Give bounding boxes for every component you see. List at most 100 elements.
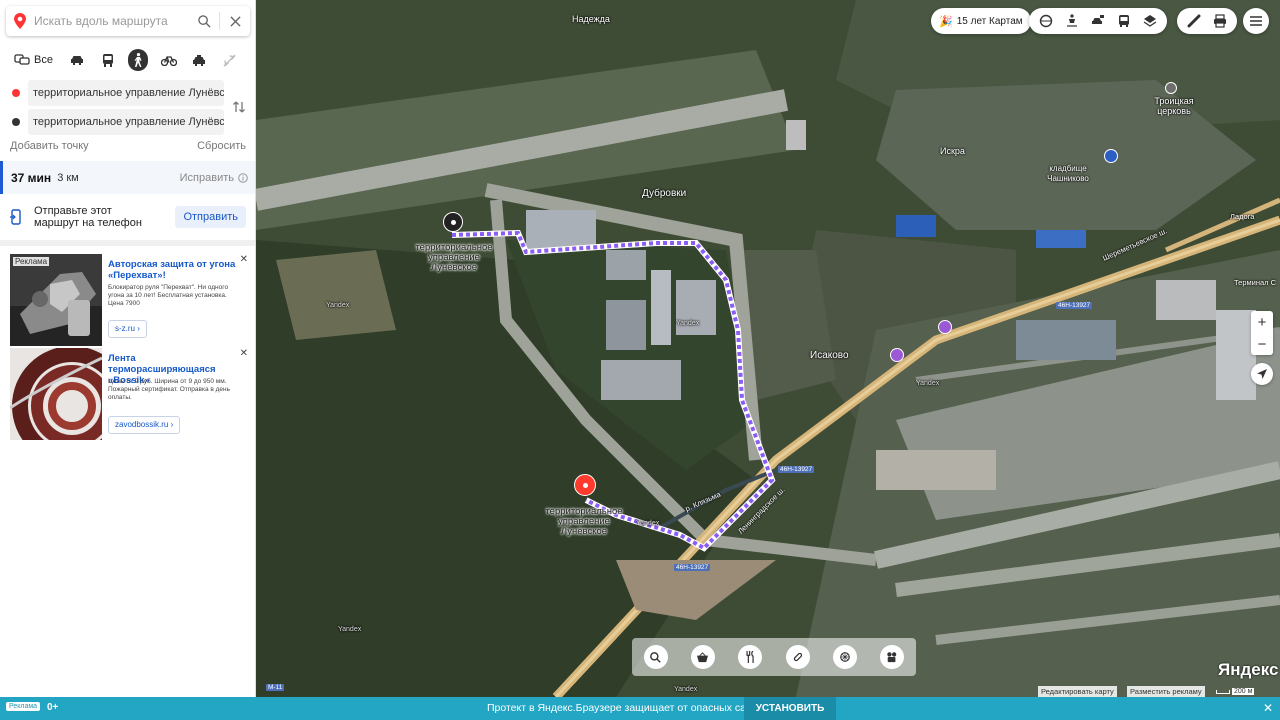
start-point-label: территориальное управление Лунёвское — [415, 242, 493, 273]
geolocation-button[interactable] — [1251, 363, 1273, 385]
mode-bike[interactable] — [158, 49, 179, 71]
route-sidebar: Все территориальное управление Лунёвское… — [0, 0, 256, 697]
plane-icon — [223, 53, 236, 67]
church-icon[interactable] — [1165, 82, 1177, 94]
mode-all[interactable]: Все — [10, 49, 57, 71]
route-overlay — [451, 229, 776, 552]
add-point-link[interactable]: Добавить точку — [10, 140, 89, 152]
reset-link[interactable]: Сбросить — [197, 140, 246, 152]
place-label: Искра — [940, 146, 965, 156]
mode-taxi[interactable] — [189, 49, 210, 71]
mode-transit[interactable] — [97, 49, 118, 71]
satellite-map[interactable]: территориальное управление Лунёвское тер… — [256, 0, 1280, 697]
ad-image[interactable]: Реклама — [10, 254, 102, 346]
ad-link[interactable]: s-z.ru › — [108, 320, 147, 338]
menu-button[interactable] — [1243, 8, 1269, 34]
zoom-out-button[interactable]: − — [1251, 333, 1273, 355]
category-toolbar — [632, 638, 916, 676]
fix-route-button[interactable]: Исправить — [180, 172, 248, 184]
layers-icon[interactable] — [1137, 8, 1163, 34]
tools-toolbar — [1177, 8, 1237, 34]
send-button[interactable]: Отправить — [175, 206, 246, 228]
police-icon[interactable] — [1104, 149, 1118, 163]
start-dot-icon — [12, 89, 20, 97]
place-label: Исаково — [810, 350, 849, 361]
taxi-icon — [193, 54, 206, 66]
bicycle-icon — [160, 55, 177, 66]
mode-all-label: Все — [34, 54, 53, 66]
ad-title[interactable]: Авторская защита от угона «Перехват»! — [108, 259, 238, 281]
mode-plane[interactable] — [219, 49, 240, 71]
info-icon — [238, 172, 248, 183]
promo-label: 15 лет Картам — [956, 15, 1023, 27]
locate-arrow-icon — [1257, 369, 1267, 379]
place-label: Ладога — [1230, 212, 1255, 221]
from-field[interactable]: территориальное управление Лунёвское — [28, 80, 224, 106]
category-search-icon[interactable] — [643, 645, 668, 669]
gas-station-icon[interactable] — [890, 348, 904, 362]
ad-badge: Реклама — [6, 702, 41, 711]
ad-description: Блокиратор руля "Перехват". Ни одного уг… — [108, 284, 229, 307]
watermark-label: Yandex — [916, 380, 940, 387]
promo-button[interactable]: 🎉 15 лет Картам — [931, 8, 1031, 34]
grocery-basket-icon[interactable] — [690, 645, 715, 669]
transit-layer-icon[interactable] — [1111, 8, 1137, 34]
road-number: 46Н-13927 — [778, 466, 815, 473]
phone-icon — [10, 209, 21, 225]
ad-link-text: s-z.ru — [115, 324, 135, 333]
print-icon[interactable] — [1207, 8, 1233, 34]
mode-car[interactable] — [67, 49, 88, 71]
swap-points-icon[interactable] — [232, 100, 248, 116]
ad-link[interactable]: zavodbossik.ru › — [108, 416, 181, 434]
search-icon[interactable] — [189, 6, 219, 36]
start-marker[interactable] — [443, 212, 463, 232]
fix-route-label: Исправить — [179, 171, 234, 184]
route-option[interactable]: 37 мин 3 км Исправить — [0, 161, 255, 194]
ad-card[interactable]: Лента терморасширяющаяся «Bossik» Цены о… — [9, 346, 250, 466]
pedestrian-layer-icon[interactable] — [1059, 8, 1085, 34]
route-distance: 3 км — [57, 171, 79, 184]
pharmacy-icon[interactable] — [785, 645, 810, 669]
mode-walk[interactable] — [127, 49, 149, 71]
ad-image[interactable] — [9, 346, 132, 466]
car-icon — [71, 56, 84, 65]
place-label: Надежда — [572, 14, 610, 24]
scale-bar: 200 м — [1216, 686, 1274, 697]
panorama-icon[interactable] — [1033, 8, 1059, 34]
place-ad-link[interactable]: Разместить рекламу — [1127, 686, 1205, 697]
route-time: 37 мин — [11, 170, 52, 185]
close-icon[interactable]: ✕ — [240, 254, 248, 265]
divider — [0, 240, 255, 246]
close-icon[interactable]: ✕ — [240, 348, 248, 359]
place-label: кладбище Чашниково — [1047, 164, 1089, 183]
yandex-logo[interactable]: Яндекс — [1218, 660, 1278, 680]
send-to-phone: Отправьте этот маршрут на телефон Отправ… — [0, 198, 255, 236]
gas-station-icon[interactable] — [938, 320, 952, 334]
ad-card[interactable]: Реклама Авторская защита от угона «Перех… — [10, 254, 250, 346]
marker-dot-icon — [582, 482, 588, 488]
browser-promo-banner: Реклама 0+ Протект в Яндекс.Браузере защ… — [0, 697, 1280, 720]
route-search-box — [6, 6, 250, 36]
road-number: 46Н-13927 — [1056, 302, 1093, 309]
age-rating: 0+ — [47, 702, 59, 713]
banner-text: Протект в Яндекс.Браузере защищает от оп… — [487, 702, 768, 714]
scale-line — [1216, 689, 1230, 694]
place-label: Троицкая церковь — [1154, 96, 1194, 116]
restaurant-icon[interactable] — [738, 645, 763, 669]
traffic-icon[interactable] — [1085, 8, 1111, 34]
cinema-icon[interactable] — [880, 645, 905, 669]
watermark-label: Yandex — [326, 302, 350, 309]
end-marker[interactable] — [574, 474, 596, 496]
edit-map-link[interactable]: Редактировать карту — [1038, 686, 1117, 697]
close-icon[interactable]: ✕ — [1263, 701, 1273, 715]
watermark-label: Yandex — [674, 686, 698, 693]
ruler-icon[interactable] — [1181, 8, 1207, 34]
zoom-in-button[interactable]: + — [1251, 311, 1273, 333]
ad-description: Цены от 9 руб. Ширина от 9 до 950 мм. По… — [108, 378, 231, 401]
close-icon[interactable] — [220, 6, 250, 36]
to-field[interactable]: территориальное управление Лунёвское — [28, 109, 224, 135]
search-input[interactable] — [34, 14, 189, 28]
install-button[interactable]: УСТАНОВИТЬ — [744, 697, 836, 720]
attractions-icon[interactable] — [832, 645, 857, 669]
bus-icon — [102, 53, 113, 67]
